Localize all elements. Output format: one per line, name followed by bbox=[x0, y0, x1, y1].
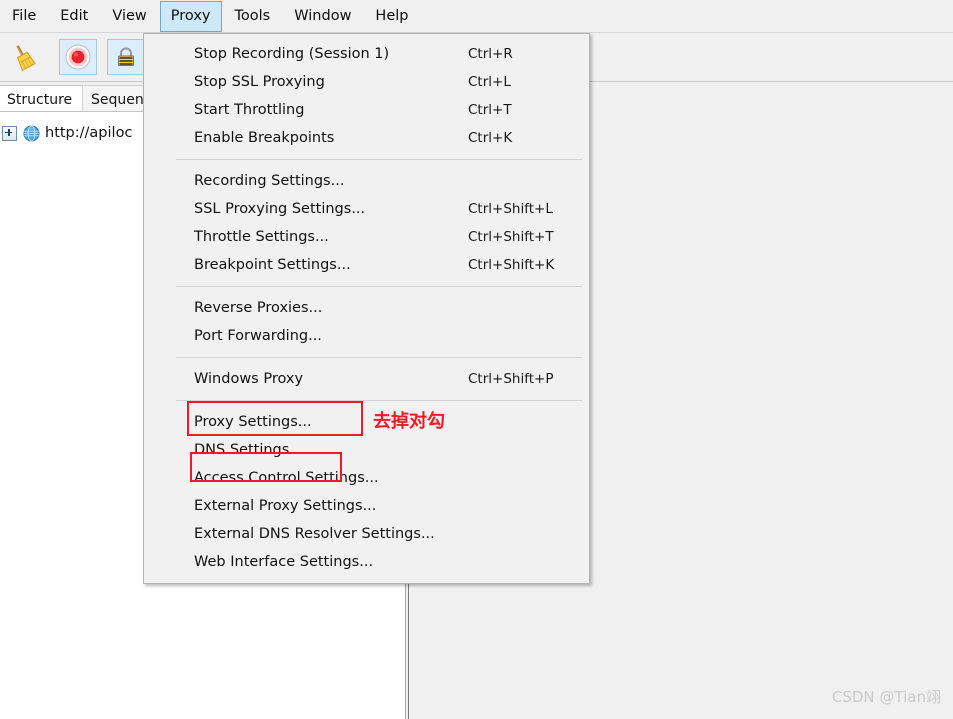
menu-item-label: Access Control Settings... bbox=[194, 470, 379, 486]
menu-item-shortcut: Ctrl+L bbox=[468, 74, 511, 90]
annotation-note-remove-checkmark: 去掉对勾 bbox=[373, 411, 445, 432]
menu-item-label: Throttle Settings... bbox=[194, 229, 329, 245]
menubar-item-proxy[interactable]: Proxy bbox=[159, 0, 222, 32]
menu-item-reverse-proxies[interactable]: Reverse Proxies... bbox=[144, 294, 589, 322]
menu-item-label: SSL Proxying Settings... bbox=[194, 201, 366, 217]
menu-item-recording-settings[interactable]: Recording Settings... bbox=[144, 167, 589, 195]
tab-structure[interactable]: Structure bbox=[0, 85, 86, 111]
record-toggle-button[interactable] bbox=[59, 39, 97, 75]
menu-item-port-forwarding[interactable]: Port Forwarding... bbox=[144, 322, 589, 350]
menu-item-stop-ssl-proxying[interactable]: Stop SSL Proxying Ctrl+L bbox=[144, 68, 589, 96]
proxy-dropdown-menu: Stop Recording (Session 1) Ctrl+R Stop S… bbox=[143, 33, 590, 584]
menu-item-label: Enable Breakpoints bbox=[194, 130, 335, 146]
clear-session-button[interactable] bbox=[5, 39, 43, 75]
menu-item-label: DNS Settings... bbox=[194, 442, 304, 458]
menubar-item-file[interactable]: File bbox=[1, 1, 47, 32]
menu-item-windows-proxy[interactable]: Windows Proxy Ctrl+Shift+P bbox=[144, 365, 589, 393]
menu-item-stop-recording[interactable]: Stop Recording (Session 1) Ctrl+R bbox=[144, 40, 589, 68]
menu-item-ssl-proxying-settings[interactable]: SSL Proxying Settings... Ctrl+Shift+L bbox=[144, 195, 589, 223]
charles-proxy-window: File Edit View Proxy Tools Window Help S… bbox=[0, 0, 953, 719]
menu-item-label: Reverse Proxies... bbox=[194, 300, 323, 316]
menu-item-enable-breakpoints[interactable]: Enable Breakpoints Ctrl+K bbox=[144, 124, 589, 152]
watermark: CSDN @Tian翊 bbox=[831, 688, 941, 706]
menu-item-label: External DNS Resolver Settings... bbox=[194, 526, 435, 542]
menu-bar: File Edit View Proxy Tools Window Help bbox=[0, 0, 953, 33]
menu-item-throttle-settings[interactable]: Throttle Settings... Ctrl+Shift+T bbox=[144, 223, 589, 251]
menu-item-dns-settings[interactable]: DNS Settings... bbox=[144, 436, 589, 464]
menubar-item-tools[interactable]: Tools bbox=[224, 1, 282, 32]
menu-item-label: Web Interface Settings... bbox=[194, 554, 374, 570]
menu-item-label: External Proxy Settings... bbox=[194, 498, 377, 514]
ssl-proxying-button[interactable] bbox=[107, 39, 145, 75]
menu-item-access-control-settings[interactable]: Access Control Settings... bbox=[144, 464, 589, 492]
menu-item-shortcut: Ctrl+T bbox=[468, 102, 512, 118]
menubar-item-window[interactable]: Window bbox=[283, 1, 362, 32]
menu-item-label: Recording Settings... bbox=[194, 173, 345, 189]
menu-item-breakpoint-settings[interactable]: Breakpoint Settings... Ctrl+Shift+K bbox=[144, 251, 589, 279]
record-icon bbox=[65, 44, 91, 70]
menu-item-shortcut: Ctrl+R bbox=[468, 46, 513, 62]
menubar-item-view[interactable]: View bbox=[101, 1, 157, 32]
menu-item-start-throttling[interactable]: Start Throttling Ctrl+T bbox=[144, 96, 589, 124]
menu-item-shortcut: Ctrl+Shift+P bbox=[468, 371, 554, 387]
tree-item-host[interactable]: http://apiloc bbox=[0, 122, 132, 144]
expand-toggle-icon[interactable] bbox=[2, 125, 17, 141]
menu-item-web-interface-settings[interactable]: Web Interface Settings... bbox=[144, 548, 589, 576]
broom-icon bbox=[16, 45, 36, 71]
menu-item-label: Breakpoint Settings... bbox=[194, 257, 351, 273]
menu-item-label: Start Throttling bbox=[194, 102, 305, 118]
menu-separator bbox=[176, 159, 582, 160]
globe-icon bbox=[23, 124, 40, 142]
lock-icon bbox=[118, 47, 134, 66]
menu-item-shortcut: Ctrl+Shift+K bbox=[468, 257, 555, 273]
menu-item-label: Stop SSL Proxying bbox=[194, 74, 325, 90]
menu-item-label: Windows Proxy bbox=[194, 371, 304, 387]
menu-separator bbox=[176, 286, 582, 287]
menu-item-shortcut: Ctrl+Shift+T bbox=[468, 229, 554, 245]
menu-item-shortcut: Ctrl+K bbox=[468, 130, 513, 146]
menu-separator bbox=[176, 357, 582, 358]
menu-item-external-proxy-settings[interactable]: External Proxy Settings... bbox=[144, 492, 589, 520]
tree-item-label: http://apiloc bbox=[45, 125, 133, 141]
menu-item-proxy-settings[interactable]: Proxy Settings... bbox=[144, 408, 589, 436]
menu-item-label: Port Forwarding... bbox=[194, 328, 322, 344]
menu-item-external-dns-resolver-settings[interactable]: External DNS Resolver Settings... bbox=[144, 520, 589, 548]
menu-item-label: Stop Recording (Session 1) bbox=[194, 46, 390, 62]
menu-item-label: Proxy Settings... bbox=[194, 414, 312, 430]
menu-item-shortcut: Ctrl+Shift+L bbox=[468, 201, 553, 217]
menubar-item-help[interactable]: Help bbox=[364, 1, 419, 32]
menu-separator bbox=[176, 400, 582, 401]
menubar-item-edit[interactable]: Edit bbox=[49, 1, 99, 32]
